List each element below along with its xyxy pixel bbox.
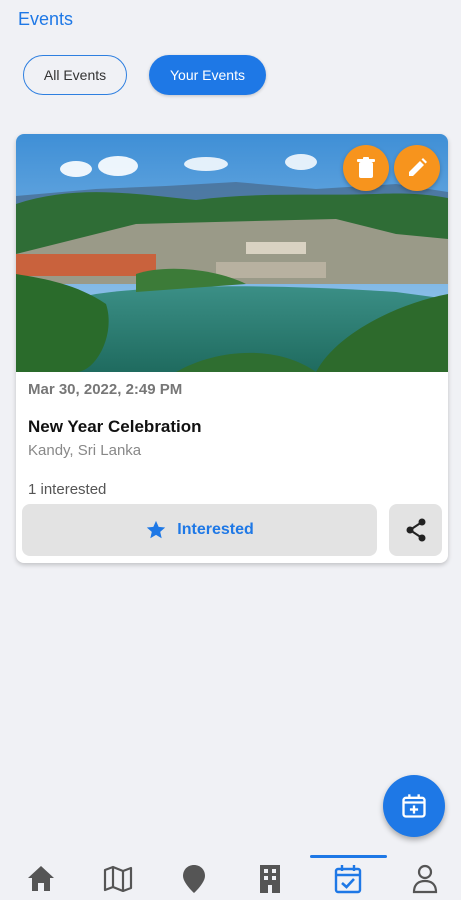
event-title: New Year Celebration bbox=[28, 417, 202, 436]
interested-button[interactable]: Interested bbox=[22, 504, 377, 556]
nav-events[interactable] bbox=[328, 864, 368, 900]
location-pin-icon bbox=[183, 865, 205, 893]
add-event-button[interactable] bbox=[383, 775, 445, 837]
star-icon bbox=[147, 520, 166, 539]
share-button[interactable] bbox=[389, 504, 442, 556]
person-icon bbox=[412, 864, 438, 894]
interested-label: Interested bbox=[177, 521, 254, 538]
all-events-button[interactable]: All Events bbox=[23, 55, 127, 95]
share-icon bbox=[406, 518, 425, 542]
filter-row: All Events Your Events bbox=[23, 55, 266, 95]
event-card[interactable]: Mar 30, 2022, 2:49 PM New Year Celebrati… bbox=[16, 134, 448, 563]
edit-button[interactable] bbox=[394, 145, 440, 191]
active-tab-indicator bbox=[310, 855, 387, 858]
page-title: Events bbox=[18, 9, 74, 29]
trash-icon bbox=[357, 157, 375, 178]
building-icon bbox=[260, 865, 280, 893]
event-date: Mar 30, 2022, 2:49 PM bbox=[28, 381, 183, 398]
calendar-check-icon bbox=[334, 865, 362, 894]
interested-count: 1 interested bbox=[28, 481, 107, 498]
nav-map[interactable] bbox=[98, 864, 138, 900]
map-icon bbox=[103, 865, 133, 892]
nav-home[interactable] bbox=[21, 864, 61, 900]
calendar-plus-icon bbox=[402, 794, 426, 818]
delete-button[interactable] bbox=[343, 145, 389, 191]
nav-locations[interactable] bbox=[174, 864, 214, 900]
event-location: Kandy, Sri Lanka bbox=[28, 442, 142, 459]
pencil-icon bbox=[409, 158, 427, 176]
your-events-button[interactable]: Your Events bbox=[149, 55, 266, 95]
nav-buildings[interactable] bbox=[250, 864, 290, 900]
bottom-nav bbox=[0, 852, 461, 900]
home-icon bbox=[28, 866, 54, 891]
nav-profile[interactable] bbox=[405, 864, 445, 900]
